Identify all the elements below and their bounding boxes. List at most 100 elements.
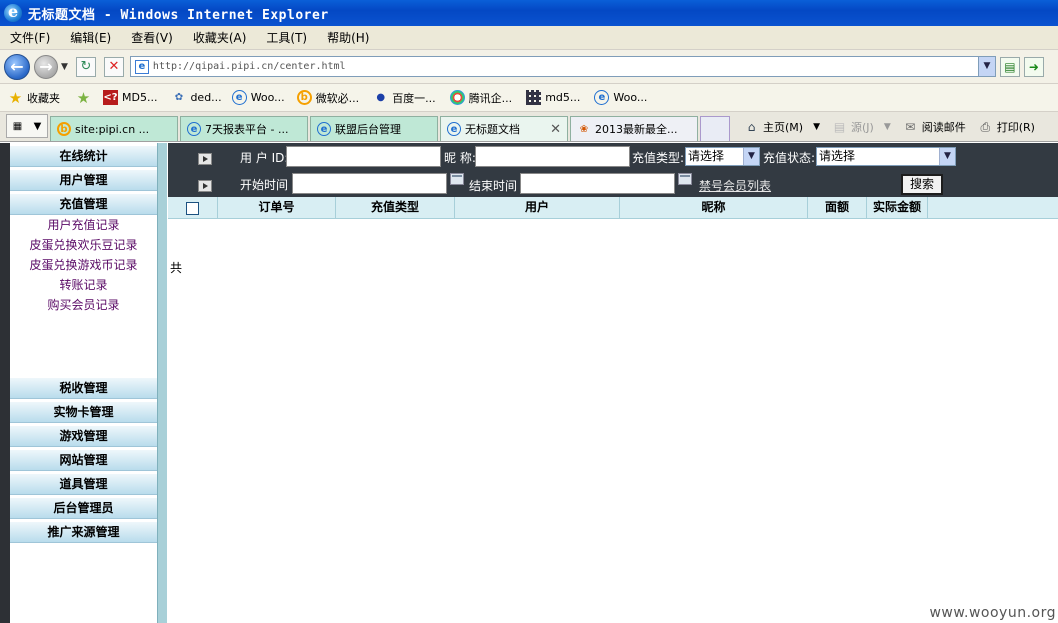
recharge-type-value: 请选择 xyxy=(688,149,725,163)
fav-link[interactable]: <? MD5... xyxy=(103,90,157,105)
new-tab-button[interactable] xyxy=(700,116,730,141)
nav-game-management[interactable]: 游戏管理 xyxy=(10,425,157,447)
nav-item-management[interactable]: 道具管理 xyxy=(10,473,157,495)
feeds-button[interactable]: ▤ 源(J) ▼ xyxy=(832,119,891,135)
tab-bar: ▦ ▼ b site:pipi.cn ... e 7天报表平台 - ... e … xyxy=(0,112,1058,142)
fav-link[interactable]: e Woo... xyxy=(231,90,285,105)
nav-promotion-source-management[interactable]: 推广来源管理 xyxy=(10,521,157,543)
favorites-button[interactable]: ★ 收藏夹 xyxy=(8,89,60,107)
menu-file[interactable]: 文件(F) xyxy=(0,29,60,46)
refresh-button[interactable]: ↻ xyxy=(75,56,96,77)
window-title-bar: 无标题文档 - Windows Internet Explorer xyxy=(0,0,1058,26)
printer-icon: ⎙ xyxy=(980,119,991,134)
favorites-label: 收藏夹 xyxy=(27,91,60,105)
recharge-status-select[interactable]: 请选择 ▼ xyxy=(816,147,956,166)
history-dropdown-icon[interactable]: ▼ xyxy=(61,62,68,72)
compat-view-icon[interactable]: ▤ xyxy=(999,56,1020,77)
forward-button[interactable]: → xyxy=(34,54,58,79)
calendar-icon[interactable] xyxy=(678,173,692,185)
main-panel: 用 户 ID: 昵 称: 充值类型: 请选择 ▼ 充值状态: 请选择 ▼ 开始时… xyxy=(168,143,1058,623)
nav-egg-to-beans-records[interactable]: 皮蛋兑换欢乐豆记录 xyxy=(10,235,157,255)
baidu-paw-icon: ● xyxy=(376,92,386,103)
menu-help[interactable]: 帮助(H) xyxy=(317,29,379,46)
sidebar-splitter[interactable] xyxy=(157,143,167,623)
nav-user-management[interactable]: 用户管理 xyxy=(10,169,157,191)
menu-tools[interactable]: 工具(T) xyxy=(256,29,317,46)
quick-tabs-button[interactable]: ▦ ▼ xyxy=(6,114,48,138)
ie-page-icon: e xyxy=(187,122,201,136)
fav-link[interactable]: ● 百度一... xyxy=(373,90,436,106)
home-button[interactable]: ⌂ 主页(M) ▼ xyxy=(744,119,820,135)
banned-members-link[interactable]: 禁号会员列表 xyxy=(699,177,771,194)
nav-website-management[interactable]: 网站管理 xyxy=(10,449,157,471)
recharge-status-value: 请选择 xyxy=(819,149,856,163)
address-dropdown-icon[interactable]: ▼ xyxy=(977,57,995,76)
nickname-input[interactable] xyxy=(475,146,630,167)
tab-report-platform[interactable]: e 7天报表平台 - ... xyxy=(180,116,308,141)
stop-button[interactable]: ✕ xyxy=(103,56,124,77)
quick-tabs-icon: ▦ xyxy=(12,120,23,132)
nav-transfer-records[interactable]: 转账记录 xyxy=(10,275,157,295)
tab-untitled-document[interactable]: e 无标题文档 ✕ xyxy=(440,116,568,141)
fav-link-label: ded... xyxy=(190,91,222,104)
nav-physical-card-management[interactable]: 实物卡管理 xyxy=(10,401,157,423)
feeds-dropdown-icon[interactable]: ▼ xyxy=(884,122,891,132)
col-order-number[interactable]: 订单号 xyxy=(218,197,336,219)
fav-link-label: md5... xyxy=(545,91,581,104)
chevron-down-icon: ▼ xyxy=(939,148,955,165)
nav-user-recharge-records[interactable]: 用户充值记录 xyxy=(10,215,157,235)
nav-recharge-management[interactable]: 充值管理 xyxy=(10,193,157,215)
total-count-text: 共 xyxy=(170,261,183,275)
col-face-value[interactable]: 面额 xyxy=(808,197,867,219)
fav-link[interactable]: b 微软必... xyxy=(296,90,359,106)
search-filter-panel: 用 户 ID: 昵 称: 充值类型: 请选择 ▼ 充值状态: 请选择 ▼ 开始时… xyxy=(168,143,1058,197)
nav-egg-to-coins-records[interactable]: 皮蛋兑换游戏币记录 xyxy=(10,255,157,275)
tab-label: site:pipi.cn ... xyxy=(75,122,150,136)
tab-2013-latest[interactable]: ❀ 2013最新最全... xyxy=(570,116,698,141)
select-all-checkbox[interactable] xyxy=(186,201,199,215)
nav-admin-management[interactable]: 后台管理员 xyxy=(10,497,157,519)
close-tab-icon[interactable]: ✕ xyxy=(540,122,561,137)
fav-link-label: 腾讯企... xyxy=(468,91,513,105)
fav-link-label: 百度一... xyxy=(392,91,436,105)
user-id-label: 用 户 ID: xyxy=(240,151,289,165)
fav-link[interactable]: ✿ ded... xyxy=(171,90,222,105)
col-nickname[interactable]: 昵称 xyxy=(620,197,808,219)
nav-online-stats[interactable]: 在线统计 xyxy=(10,145,157,167)
fav-link[interactable]: 腾讯企... xyxy=(449,90,513,106)
tab-label: 7天报表平台 - ... xyxy=(205,123,289,136)
search-button[interactable]: 搜索 xyxy=(901,174,943,195)
fav-link[interactable]: md5... xyxy=(526,90,580,105)
tab-list-dropdown-icon[interactable]: ▼ xyxy=(34,121,42,132)
address-bar[interactable]: e http://qipai.pipi.cn/center.html ▼ xyxy=(129,56,996,77)
start-time-input[interactable] xyxy=(292,173,447,194)
rss-icon: ▤ xyxy=(833,120,846,134)
tab-site-search[interactable]: b site:pipi.cn ... xyxy=(50,116,178,141)
col-user[interactable]: 用户 xyxy=(455,197,620,219)
page-content: 在线统计 用户管理 充值管理 用户充值记录 皮蛋兑换欢乐豆记录 皮蛋兑换游戏币记… xyxy=(0,143,1058,623)
home-dropdown-icon[interactable]: ▼ xyxy=(813,122,820,132)
dedecms-icon: ✿ xyxy=(174,92,184,103)
calendar-icon[interactable] xyxy=(450,173,464,185)
menu-bar: 文件(F) 编辑(E) 查看(V) 收藏夹(A) 工具(T) 帮助(H) xyxy=(0,26,1058,50)
address-url[interactable]: http://qipai.pipi.cn/center.html xyxy=(153,61,346,72)
user-id-input[interactable] xyxy=(286,146,441,167)
read-mail-button[interactable]: ✉ 阅读邮件 xyxy=(903,119,966,135)
page-icon: e xyxy=(134,59,149,74)
menu-edit[interactable]: 编辑(E) xyxy=(60,29,121,46)
col-recharge-type[interactable]: 充值类型 xyxy=(336,197,455,219)
back-button[interactable]: ← xyxy=(4,53,30,80)
go-button[interactable]: ➜ xyxy=(1023,56,1044,77)
nav-membership-purchase-records[interactable]: 购买会员记录 xyxy=(10,295,157,315)
fav-link[interactable]: e Woo... xyxy=(594,90,647,105)
tab-alliance-admin[interactable]: e 联盟后台管理 xyxy=(310,116,438,141)
recharge-type-select[interactable]: 请选择 ▼ xyxy=(685,147,760,166)
end-time-input[interactable] xyxy=(520,173,675,194)
menu-view[interactable]: 查看(V) xyxy=(121,29,183,46)
nav-tax-management[interactable]: 税收管理 xyxy=(10,377,157,399)
add-favorite-button[interactable]: ★ xyxy=(76,89,95,107)
menu-favorites[interactable]: 收藏夹(A) xyxy=(183,29,257,46)
col-actual-amount[interactable]: 实际金额 xyxy=(867,197,928,219)
recharge-status-label: 充值状态: xyxy=(763,151,816,165)
print-button[interactable]: ⎙ 打印(R) xyxy=(978,119,1035,135)
